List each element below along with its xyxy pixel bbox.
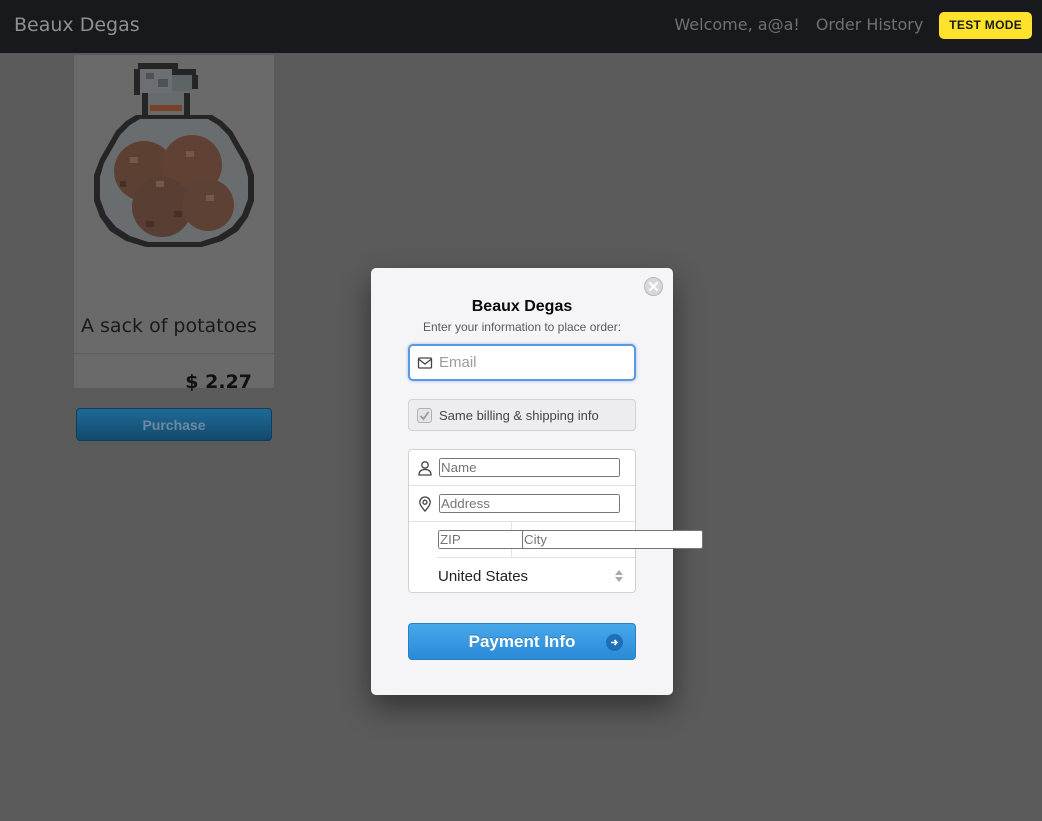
product-title: A sack of potatoes [81, 315, 257, 337]
close-button[interactable] [644, 277, 663, 296]
envelope-icon [417, 356, 433, 369]
billing-label: Same billing & shipping info [439, 407, 599, 423]
close-icon [649, 282, 658, 291]
potato-sack-image [94, 63, 254, 247]
product-price: $ 2.27 [185, 371, 252, 393]
modal-subtitle: Enter your information to place order: [422, 320, 622, 334]
address-row [409, 486, 635, 522]
name-input[interactable] [439, 458, 620, 477]
purchase-button[interactable]: Purchase [76, 408, 272, 441]
order-history-link[interactable]: Order History [816, 10, 923, 40]
email-field [408, 344, 636, 381]
city-cell [512, 522, 703, 558]
brand-link[interactable]: Beaux Degas [14, 14, 140, 36]
name-row [409, 450, 635, 486]
payment-info-label: Payment Info [468, 631, 576, 651]
country-value: United States [438, 567, 529, 585]
country-select[interactable]: United States [409, 558, 635, 594]
welcome-link[interactable]: Welcome, a@a! [674, 10, 799, 40]
city-input[interactable] [522, 530, 703, 549]
nav-right: Welcome, a@a! Order History TEST MODE [674, 10, 1032, 40]
address-group: United States [408, 449, 703, 594]
checkout-modal: Beaux Degas Enter your information to pl… [371, 268, 703, 695]
email-input[interactable] [439, 354, 634, 371]
person-icon [418, 460, 432, 476]
checkmark-icon [419, 410, 430, 420]
billing-checkbox[interactable] [417, 407, 432, 423]
product-card: A sack of potatoes $ 2.27 Purchase [74, 55, 274, 441]
arrow-right-icon [606, 634, 623, 651]
modal-title: Beaux Degas [471, 298, 573, 315]
zip-cell [437, 521, 619, 558]
top-navbar: Beaux Degas Welcome, a@a! Order History … [0, 0, 1042, 53]
test-mode-badge: TEST MODE [939, 11, 1032, 39]
card-divider [74, 353, 274, 354]
zip-city-row [437, 521, 703, 558]
address-input[interactable] [439, 494, 620, 513]
same-billing-toggle[interactable]: Same billing & shipping info [408, 399, 636, 431]
map-pin-icon [419, 495, 431, 512]
select-arrows-icon [613, 570, 625, 582]
payment-info-button[interactable]: Payment Info [408, 623, 636, 660]
